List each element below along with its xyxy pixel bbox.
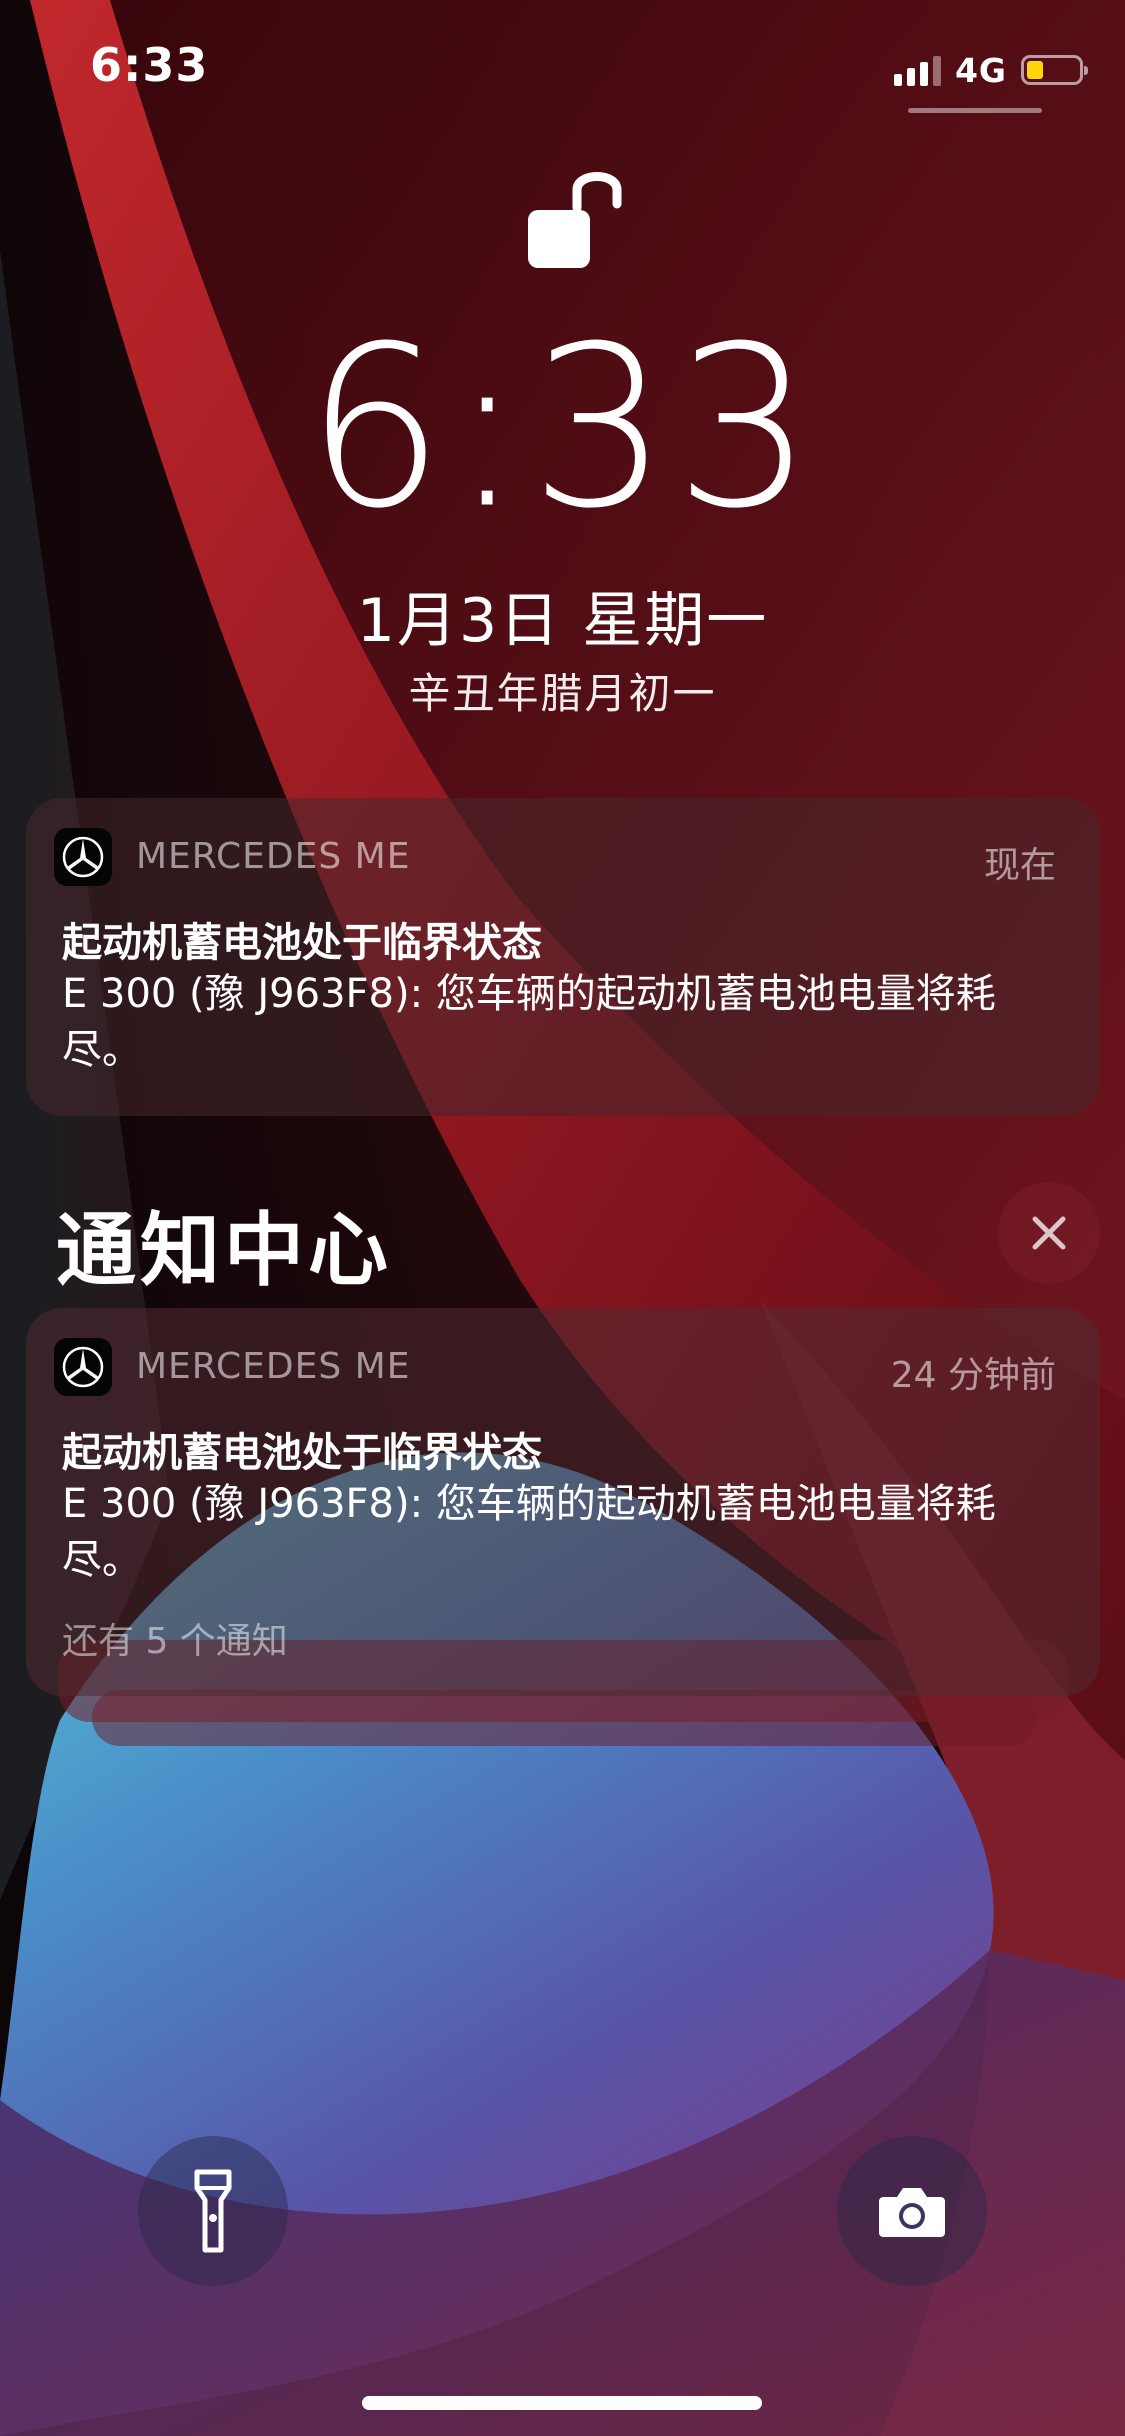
camera-icon — [879, 2188, 945, 2237]
notification-time: 24 分钟前 — [890, 1355, 1056, 1396]
status-bar-indicators: 4G — [893, 50, 1088, 90]
lock-screen-time: 6:33 — [0, 299, 1125, 558]
battery-icon — [1021, 55, 1088, 85]
notification-app-name: MERCEDES ME — [136, 836, 411, 877]
notification-body: E 300 (豫 J963F8): 您车辆的起动机蓄电池电量将耗尽。 — [62, 971, 996, 1073]
notification-time: 现在 — [983, 845, 1056, 886]
cellular-signal-icon — [893, 54, 941, 86]
notification-stack[interactable]: MERCEDES ME 24 分钟前 起动机蓄电池处于临界状态 E 300 (豫… — [26, 1308, 1100, 1696]
clear-notifications-button[interactable] — [998, 1182, 1100, 1284]
mercedes-logo-icon — [54, 1338, 112, 1396]
lunar-date: 辛丑年腊月初一 — [408, 669, 717, 718]
lock-screen-time-text: 6:33 — [305, 299, 820, 558]
more-notifications-count: 还有 5 个通知 — [62, 1621, 288, 1662]
camera-button[interactable] — [837, 2136, 987, 2286]
close-icon — [1032, 1216, 1066, 1250]
status-bar-time: 6:33 — [90, 38, 209, 92]
notification-center-title: 通知中心 — [56, 1204, 392, 1297]
mercedes-logo-icon — [54, 828, 112, 886]
notification-card[interactable]: MERCEDES ME 现在 起动机蓄电池处于临界状态 E 300 (豫 J96… — [26, 798, 1100, 1116]
lock-screen-date: 1月3日 星期一 — [356, 586, 769, 656]
battery-level — [1027, 61, 1043, 79]
unlock-icon — [528, 172, 622, 268]
notification-app-name: MERCEDES ME — [136, 1346, 411, 1387]
home-indicator[interactable] — [362, 2396, 762, 2410]
notification-title: 起动机蓄电池处于临界状态 — [62, 920, 542, 966]
notification-title: 起动机蓄电池处于临界状态 — [62, 1430, 542, 1476]
flashlight-icon — [194, 2169, 232, 2253]
control-center-grabber[interactable] — [908, 108, 1042, 113]
network-type: 4G — [954, 50, 1007, 90]
flashlight-button[interactable] — [138, 2136, 288, 2286]
notification-body: E 300 (豫 J963F8): 您车辆的起动机蓄电池电量将耗尽。 — [62, 1481, 996, 1583]
